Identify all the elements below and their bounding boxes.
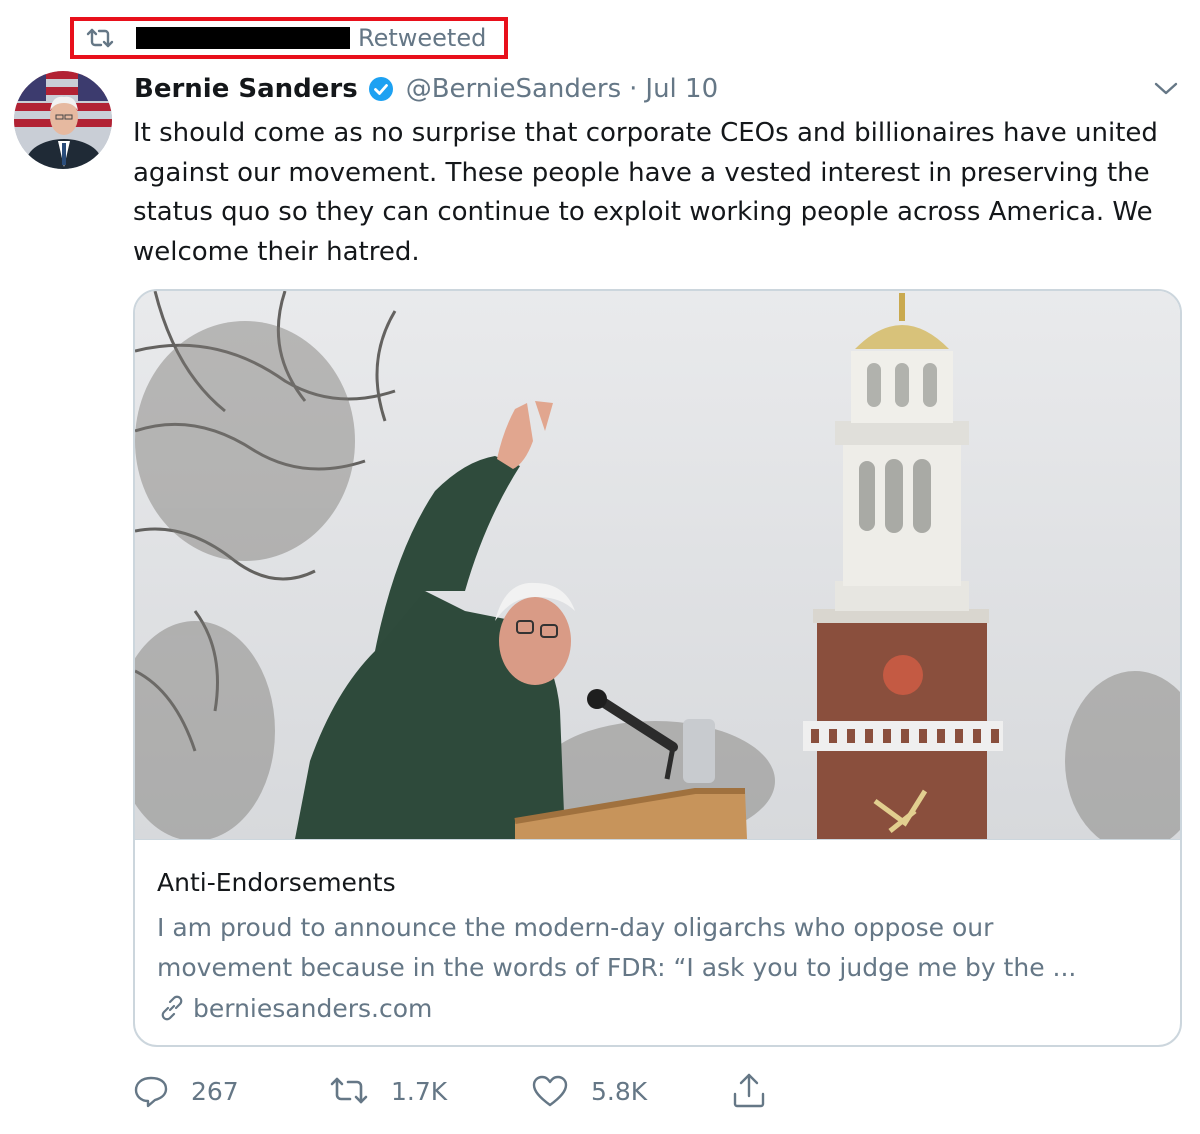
reply-icon bbox=[134, 1076, 168, 1108]
verified-badge-icon bbox=[368, 77, 393, 101]
tweet-date[interactable]: Jul 10 bbox=[645, 74, 718, 104]
reply-button[interactable]: 267 bbox=[133, 1070, 239, 1112]
tweet-header: Bernie Sanders @BernieSanders · Jul 10 bbox=[134, 70, 718, 108]
retweet-button[interactable]: 1.7K bbox=[329, 1070, 447, 1112]
link-icon bbox=[161, 995, 183, 1021]
share-button[interactable] bbox=[731, 1070, 767, 1112]
author-name[interactable]: Bernie Sanders bbox=[134, 74, 358, 104]
heart-icon bbox=[532, 1075, 568, 1107]
retweet-context-banner: Retweeted bbox=[70, 17, 508, 59]
retweeted-label: Retweeted bbox=[358, 24, 487, 52]
link-preview-card[interactable]: Anti-Endorsements I am proud to announce… bbox=[133, 289, 1182, 1047]
avatar[interactable] bbox=[14, 71, 112, 169]
card-domain[interactable]: berniesanders.com bbox=[157, 993, 432, 1023]
tweet-text: It should come as no surprise that corpo… bbox=[133, 118, 1158, 267]
card-description: I am proud to announce the modern-day ol… bbox=[157, 913, 1077, 982]
redacted-retweeter-name bbox=[136, 27, 350, 49]
card-domain-text: berniesanders.com bbox=[193, 993, 433, 1023]
retweet-icon bbox=[330, 1077, 368, 1104]
retweet-count: 1.7K bbox=[391, 1076, 448, 1106]
card-image bbox=[135, 291, 1180, 839]
reply-count: 267 bbox=[191, 1076, 239, 1106]
retweet-icon bbox=[86, 27, 114, 49]
share-icon bbox=[733, 1073, 765, 1108]
separator-dot: · bbox=[629, 74, 638, 104]
like-button[interactable]: 5.8K bbox=[531, 1070, 647, 1112]
card-title: Anti-Endorsements bbox=[157, 868, 396, 897]
chevron-down-icon[interactable] bbox=[1152, 78, 1180, 98]
like-count: 5.8K bbox=[591, 1076, 648, 1106]
author-handle[interactable]: @BernieSanders bbox=[406, 74, 621, 104]
card-text-area: Anti-Endorsements I am proud to announce… bbox=[135, 839, 1180, 1023]
